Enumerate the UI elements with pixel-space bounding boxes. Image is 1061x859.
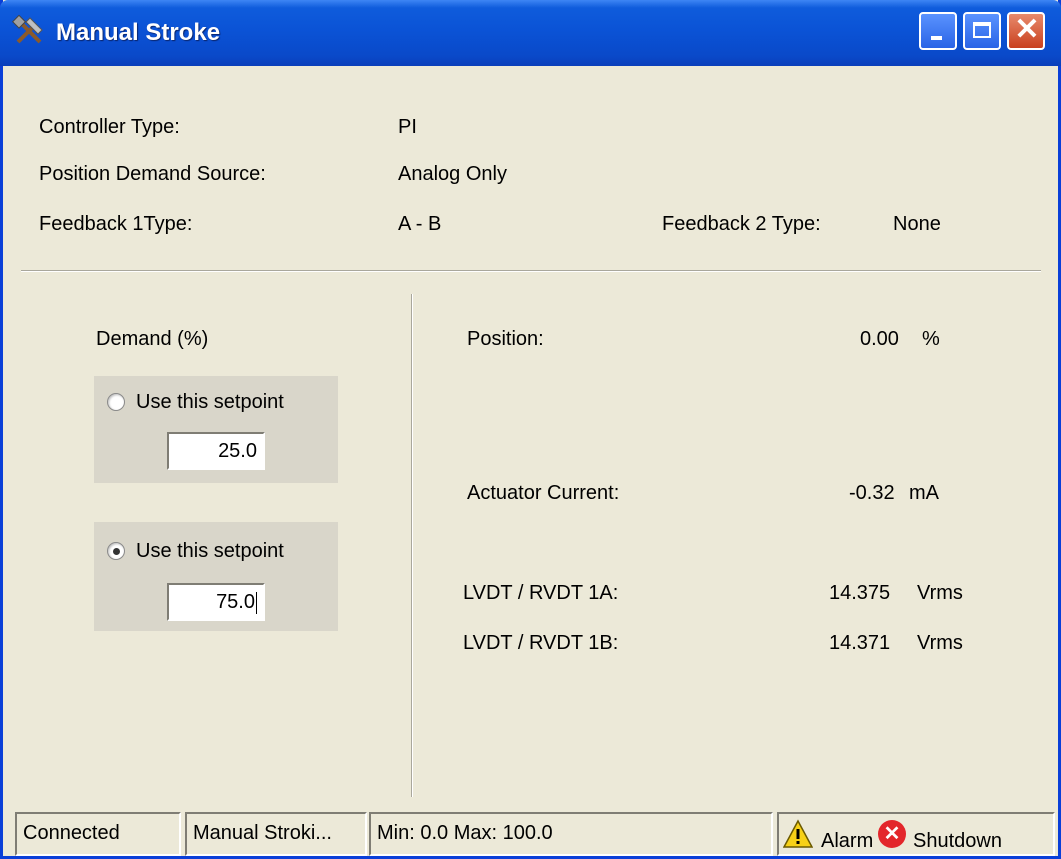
maximize-icon <box>973 22 991 38</box>
close-button[interactable]: ✕ <box>1007 12 1045 50</box>
demand-title: Demand (%) <box>96 328 209 350</box>
warning-icon <box>783 819 813 848</box>
window-title: Manual Stroke <box>56 19 221 46</box>
controller-type-value: PI <box>398 116 417 138</box>
tools-icon <box>12 14 43 44</box>
column-divider <box>411 294 413 797</box>
setpoint-1-label[interactable]: Use this setpoint <box>136 391 284 414</box>
close-icon: ✕ <box>1014 13 1040 46</box>
setpoint-1-input[interactable]: 25.0 <box>167 432 265 470</box>
actuator-current-unit: mA <box>909 482 939 504</box>
status-alarms: Alarm ✕ Shutdown <box>777 812 1055 856</box>
status-mode: Manual Stroki... <box>185 812 367 856</box>
setpoint-group-1: Use this setpoint 25.0 <box>94 376 338 483</box>
setpoint-2-label[interactable]: Use this setpoint <box>136 540 284 563</box>
feedback2-label: Feedback 2 Type: <box>662 213 821 235</box>
actuator-current-value: -0.32 <box>849 482 895 504</box>
lvdt-1b-label: LVDT / RVDT 1B: <box>463 632 619 654</box>
demand-source-value: Analog Only <box>398 163 507 185</box>
setpoint-1-radio[interactable] <box>107 393 125 411</box>
section-divider <box>21 270 1041 272</box>
status-connection: Connected <box>15 812 181 856</box>
lvdt-1a-label: LVDT / RVDT 1A: <box>463 582 619 604</box>
lvdt-1b-value: 14.371 <box>829 632 891 654</box>
lvdt-1a-unit: Vrms <box>917 582 963 604</box>
shutdown-label: Shutdown <box>913 830 1002 852</box>
alarm-label: Alarm <box>821 830 874 852</box>
controller-type-label: Controller Type: <box>39 116 180 138</box>
minimize-button[interactable] <box>919 12 957 50</box>
position-label: Position: <box>467 328 544 350</box>
feedback1-value: A - B <box>398 213 442 235</box>
lvdt-1a-value: 14.375 <box>829 582 891 604</box>
actuator-current-label: Actuator Current: <box>467 482 620 504</box>
text-cursor <box>256 591 257 614</box>
status-bar: Connected Manual Stroki... Min: 0.0 Max:… <box>3 812 1058 856</box>
feedback1-label: Feedback 1Type: <box>39 213 193 235</box>
status-range: Min: 0.0 Max: 100.0 <box>369 812 773 856</box>
setpoint-2-radio[interactable] <box>107 542 125 560</box>
feedback2-value: None <box>893 213 941 235</box>
lvdt-1b-unit: Vrms <box>917 632 963 654</box>
setpoint-2-input[interactable]: 75.0 <box>167 583 265 621</box>
minimize-icon <box>931 36 942 40</box>
title-bar[interactable]: Manual Stroke ✕ <box>0 0 1061 66</box>
position-unit: % <box>922 328 940 350</box>
position-value: 0.00 <box>860 328 899 350</box>
manual-stroke-window: Manual Stroke ✕ Controller Type: PI Posi… <box>0 0 1061 859</box>
setpoint-group-2: Use this setpoint 75.0 <box>94 522 338 631</box>
radio-selected-dot <box>113 548 120 555</box>
maximize-button[interactable] <box>963 12 1001 50</box>
demand-source-label: Position Demand Source: <box>39 163 266 185</box>
error-icon: ✕ <box>878 820 906 848</box>
